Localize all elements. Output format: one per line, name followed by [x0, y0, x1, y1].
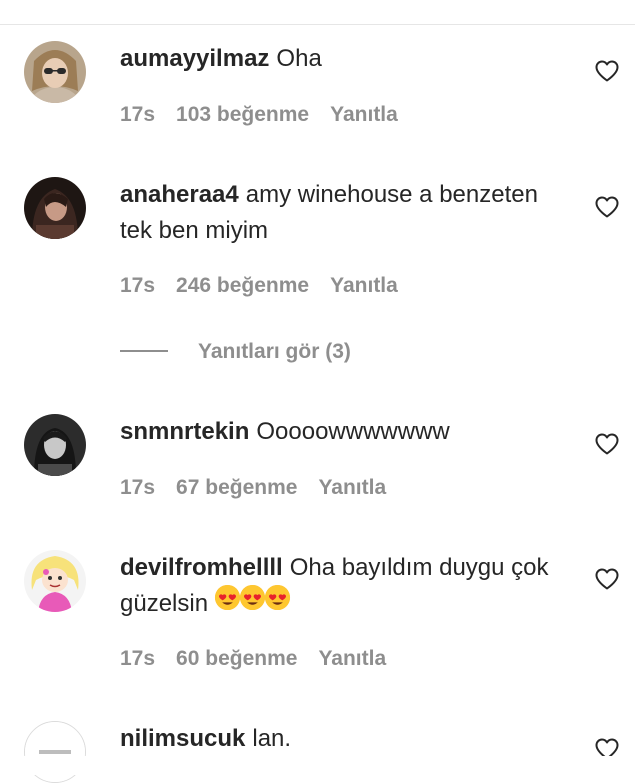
top-divider: [0, 24, 635, 25]
avatar[interactable]: [24, 41, 86, 103]
comment-text: Ooooowwwwwww: [256, 418, 450, 445]
comment-text-block: anaheraa4 amy winehouse a benzeten tek be…: [120, 177, 575, 249]
comment-text: lan.: [252, 725, 292, 752]
bottom-cutoff: [0, 756, 635, 775]
heart-eyes-emoji: [240, 584, 266, 610]
comment-likes[interactable]: 103 beğenme: [176, 103, 309, 126]
comment-text-block: nilimsucuk lan.: [120, 721, 575, 757]
reply-button[interactable]: Yanıtla: [330, 274, 398, 297]
comment-text-block: devilfromhellll Oha bayıldım duygu çok gü…: [120, 550, 575, 622]
reply-button[interactable]: Yanıtla: [318, 647, 386, 670]
comment-likes[interactable]: 246 beğenme: [176, 274, 309, 297]
heart-outline-icon[interactable]: [594, 59, 620, 83]
avatar[interactable]: [24, 414, 86, 476]
comment-time[interactable]: 17s: [120, 103, 155, 126]
comment-meta: 17s 246 beğenme Yanıtla: [120, 274, 419, 298]
comment-username[interactable]: nilimsucuk: [120, 725, 245, 752]
view-replies-button[interactable]: Yanıtları gör (3): [120, 340, 351, 364]
comment-time[interactable]: 17s: [120, 476, 155, 499]
comment-meta: 17s 60 beğenme Yanıtla: [120, 647, 407, 671]
comment-likes[interactable]: 60 beğenme: [176, 647, 297, 670]
heart-eyes-emoji: [265, 584, 291, 610]
comment-username[interactable]: anaheraa4: [120, 181, 239, 208]
heart-outline-icon[interactable]: [594, 567, 620, 591]
comment-username[interactable]: devilfromhellll: [120, 554, 283, 581]
heart-eyes-emoji: [215, 584, 241, 610]
avatar[interactable]: [24, 550, 86, 612]
emoji-group: [214, 584, 291, 622]
replies-line: [120, 350, 168, 352]
avatar[interactable]: [24, 177, 86, 239]
comment-time[interactable]: 17s: [120, 647, 155, 670]
reply-button[interactable]: Yanıtla: [318, 476, 386, 499]
heart-outline-icon[interactable]: [594, 195, 620, 219]
comment-text-block: aumayyilmaz Oha: [120, 41, 575, 77]
comment-meta: 17s 67 beğenme Yanıtla: [120, 476, 407, 500]
view-replies-label[interactable]: Yanıtları gör (3): [198, 340, 351, 363]
comment-username[interactable]: snmnrtekin: [120, 418, 249, 445]
comment-meta: 17s 103 beğenme Yanıtla: [120, 103, 419, 127]
comment-text: Oha: [276, 45, 322, 72]
heart-outline-icon[interactable]: [594, 432, 620, 456]
reply-button[interactable]: Yanıtla: [330, 103, 398, 126]
comment-text-block: snmnrtekin Ooooowwwwwww: [120, 414, 575, 450]
comment-likes[interactable]: 67 beğenme: [176, 476, 297, 499]
comment-username[interactable]: aumayyilmaz: [120, 45, 269, 72]
comment-time[interactable]: 17s: [120, 274, 155, 297]
